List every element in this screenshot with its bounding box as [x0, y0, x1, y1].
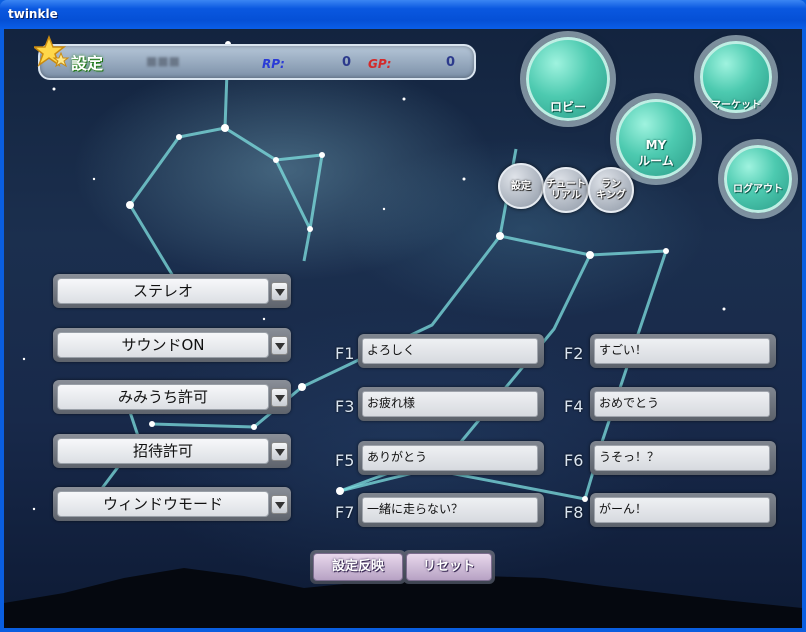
gp-value: 0 — [446, 55, 456, 70]
fkey-field-f6[interactable]: うそっ！？ — [590, 441, 776, 475]
fkey-label-f3: F3 — [335, 397, 355, 416]
fkey-label-f5: F5 — [335, 451, 355, 470]
tutorial-button[interactable]: チュート リアル — [543, 167, 589, 213]
fkey-label-f4: F4 — [564, 397, 584, 416]
fkey-label-f7: F7 — [335, 503, 355, 522]
page-title: 設定 — [71, 54, 104, 73]
fkey-input-f6[interactable]: うそっ！？ — [594, 445, 770, 471]
ranking-button[interactable]: ラン キング — [588, 167, 634, 213]
audio-mode-select[interactable]: ステレオ — [53, 274, 291, 308]
sound-value: サウンドON — [57, 332, 269, 358]
reset-button[interactable]: リセット — [403, 550, 495, 584]
fkey-field-f7[interactable]: 一緒に走らない？ — [358, 493, 544, 527]
fkey-label-f8: F8 — [564, 503, 584, 522]
window-mode-value: ウィンドウモード — [57, 491, 269, 517]
reset-label: リセット — [406, 553, 492, 581]
chevron-down-icon[interactable] — [271, 388, 288, 407]
chevron-down-icon[interactable] — [271, 495, 288, 514]
gp-label: GP: — [368, 57, 392, 71]
apply-settings-label: 設定反映 — [313, 553, 403, 581]
lobby-button[interactable]: ロビー — [526, 37, 610, 121]
fkey-input-f8[interactable]: がーん！ — [594, 497, 770, 523]
myroom-button[interactable]: MY ルーム — [616, 99, 696, 179]
tutorial-label: チュート リアル — [546, 179, 586, 201]
logout-button[interactable]: ログアウト — [724, 145, 792, 213]
settings-screen: 設定 ■■■ RP: 0 GP: 0 ロビー マーケット MY ルーム ログアウ… — [4, 29, 802, 628]
logout-label: ログアウト — [733, 184, 783, 195]
chevron-down-icon[interactable] — [271, 336, 288, 355]
fkey-field-f1[interactable]: よろしく — [358, 334, 544, 368]
fkey-input-f5[interactable]: ありがとう — [362, 445, 538, 471]
settings-nav-label: 設定 — [511, 180, 531, 192]
lobby-label: ロビー — [549, 100, 586, 114]
fkey-label-f6: F6 — [564, 451, 584, 470]
whisper-select[interactable]: みみうち許可 — [53, 380, 291, 414]
fkey-field-f5[interactable]: ありがとう — [358, 441, 544, 475]
title-bar[interactable]: twinkle — [0, 0, 806, 29]
fkey-input-f1[interactable]: よろしく — [362, 338, 538, 364]
settings-nav-button[interactable]: 設定 — [498, 163, 544, 209]
invite-select[interactable]: 招待許可 — [53, 434, 291, 468]
sound-select[interactable]: サウンドON — [53, 328, 291, 362]
fkey-label-f1: F1 — [335, 344, 355, 363]
invite-value: 招待許可 — [57, 438, 269, 464]
market-button[interactable]: マーケット — [700, 41, 772, 113]
star-icon — [34, 35, 70, 68]
rp-label: RP: — [262, 57, 285, 71]
myroom-label-1: MY — [645, 138, 667, 152]
player-name: ■■■ — [146, 54, 181, 68]
app-window: twinkle 設定 ■■■ RP: 0 GP: 0 ロビー マーケット MY … — [0, 0, 806, 632]
apply-settings-button[interactable]: 設定反映 — [310, 550, 406, 584]
fkey-field-f3[interactable]: お疲れ様 — [358, 387, 544, 421]
chevron-down-icon[interactable] — [271, 282, 288, 301]
window-title: twinkle — [8, 7, 58, 21]
rp-value: 0 — [342, 55, 352, 70]
fkey-label-f2: F2 — [564, 344, 584, 363]
fkey-input-f7[interactable]: 一緒に走らない？ — [362, 497, 538, 523]
window-mode-select[interactable]: ウィンドウモード — [53, 487, 291, 521]
fkey-field-f4[interactable]: おめでとう — [590, 387, 776, 421]
fkey-input-f2[interactable]: すごい！ — [594, 338, 770, 364]
myroom-label-2: ルーム — [638, 154, 674, 168]
fkey-field-f2[interactable]: すごい！ — [590, 334, 776, 368]
fkey-field-f8[interactable]: がーん！ — [590, 493, 776, 527]
ranking-label: ラン キング — [596, 179, 626, 201]
market-label: マーケット — [711, 100, 761, 111]
fkey-input-f3[interactable]: お疲れ様 — [362, 391, 538, 417]
header-panel — [38, 44, 476, 80]
audio-mode-value: ステレオ — [57, 278, 269, 304]
whisper-value: みみうち許可 — [57, 384, 269, 410]
fkey-input-f4[interactable]: おめでとう — [594, 391, 770, 417]
chevron-down-icon[interactable] — [271, 442, 288, 461]
